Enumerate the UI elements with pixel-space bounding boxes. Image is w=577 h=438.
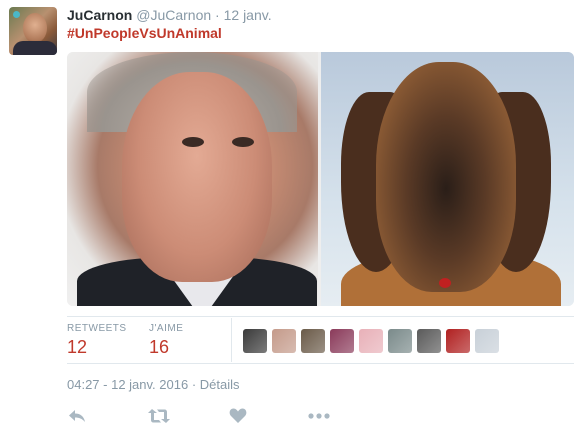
dog-collar-tag [439,278,451,288]
liker-avatar-2[interactable] [272,329,296,353]
details-link[interactable]: Détails [200,377,240,392]
avatar-shirt [13,41,57,55]
man-face [122,72,272,282]
liker-avatar-1[interactable] [243,329,267,353]
liker-avatar-6[interactable] [388,329,412,353]
likes-label: J'AIME [149,323,184,334]
liker-avatar-8[interactable] [446,329,470,353]
liker-avatar-4[interactable] [330,329,354,353]
retweet-icon [148,409,170,423]
man-eye-right [232,137,254,147]
tweet-date[interactable]: 12 janv. [224,7,272,23]
stats-divider-top [67,316,574,317]
timestamp-separator: · [191,377,197,392]
timestamp-text[interactable]: 04:27 - 12 janv. 2016 [67,377,188,392]
avatar-face [23,13,47,43]
likes-count: 16 [149,337,170,357]
liker-avatar-9[interactable] [475,329,499,353]
dog-head [376,62,516,292]
media-photo-man[interactable] [67,52,318,306]
hashtag-link[interactable]: #UnPeopleVsUnAnimal [67,25,222,41]
stats-vertical-divider [231,318,232,362]
tweet-media[interactable] [67,52,574,306]
stats-divider-bottom [67,363,574,364]
more-button[interactable] [308,407,332,429]
retweets-count: 12 [67,337,88,357]
retweets-label: RETWEETS [67,323,127,334]
retweets-stat[interactable]: RETWEETS 12 [67,323,127,358]
likers-avatar-list [243,329,499,353]
liker-avatar-7[interactable] [417,329,441,353]
likes-stat[interactable]: J'AIME 16 [149,323,183,358]
header-separator: · [215,7,220,23]
avatar-badge [13,11,20,18]
retweet-button[interactable] [148,407,172,429]
reply-button[interactable] [67,407,91,429]
man-eye-left [182,137,204,147]
liker-avatar-3[interactable] [301,329,325,353]
like-button[interactable] [229,407,253,429]
more-icon [308,413,330,419]
author-name[interactable]: JuCarnon [67,7,132,23]
tweet-timestamp: 04:27 - 12 janv. 2016 · Détails [67,377,240,392]
author-avatar[interactable] [9,7,57,55]
liker-avatar-5[interactable] [359,329,383,353]
reply-icon [69,410,85,422]
author-handle[interactable]: @JuCarnon [136,7,211,23]
media-photo-dog[interactable] [321,52,574,306]
tweet-header: JuCarnon @JuCarnon · 12 janv. [67,7,272,23]
heart-icon [229,408,247,423]
